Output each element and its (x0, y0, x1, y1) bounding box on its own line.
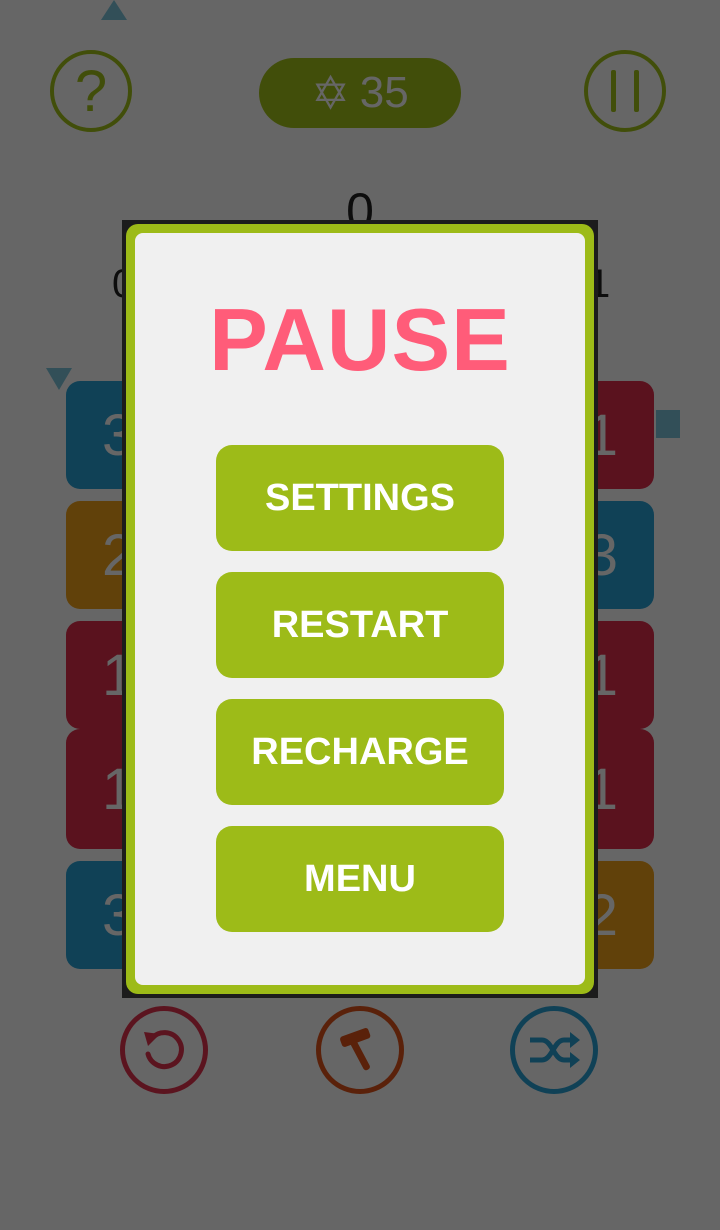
menu-button[interactable]: MENU (216, 826, 504, 932)
recharge-button[interactable]: RECHARGE (216, 699, 504, 805)
dialog-title: PAUSE (209, 290, 511, 389)
settings-button[interactable]: SETTINGS (216, 445, 504, 551)
restart-button[interactable]: RESTART (216, 572, 504, 678)
pause-dialog: PAUSE SETTINGS RESTART RECHARGE MENU (122, 220, 598, 998)
